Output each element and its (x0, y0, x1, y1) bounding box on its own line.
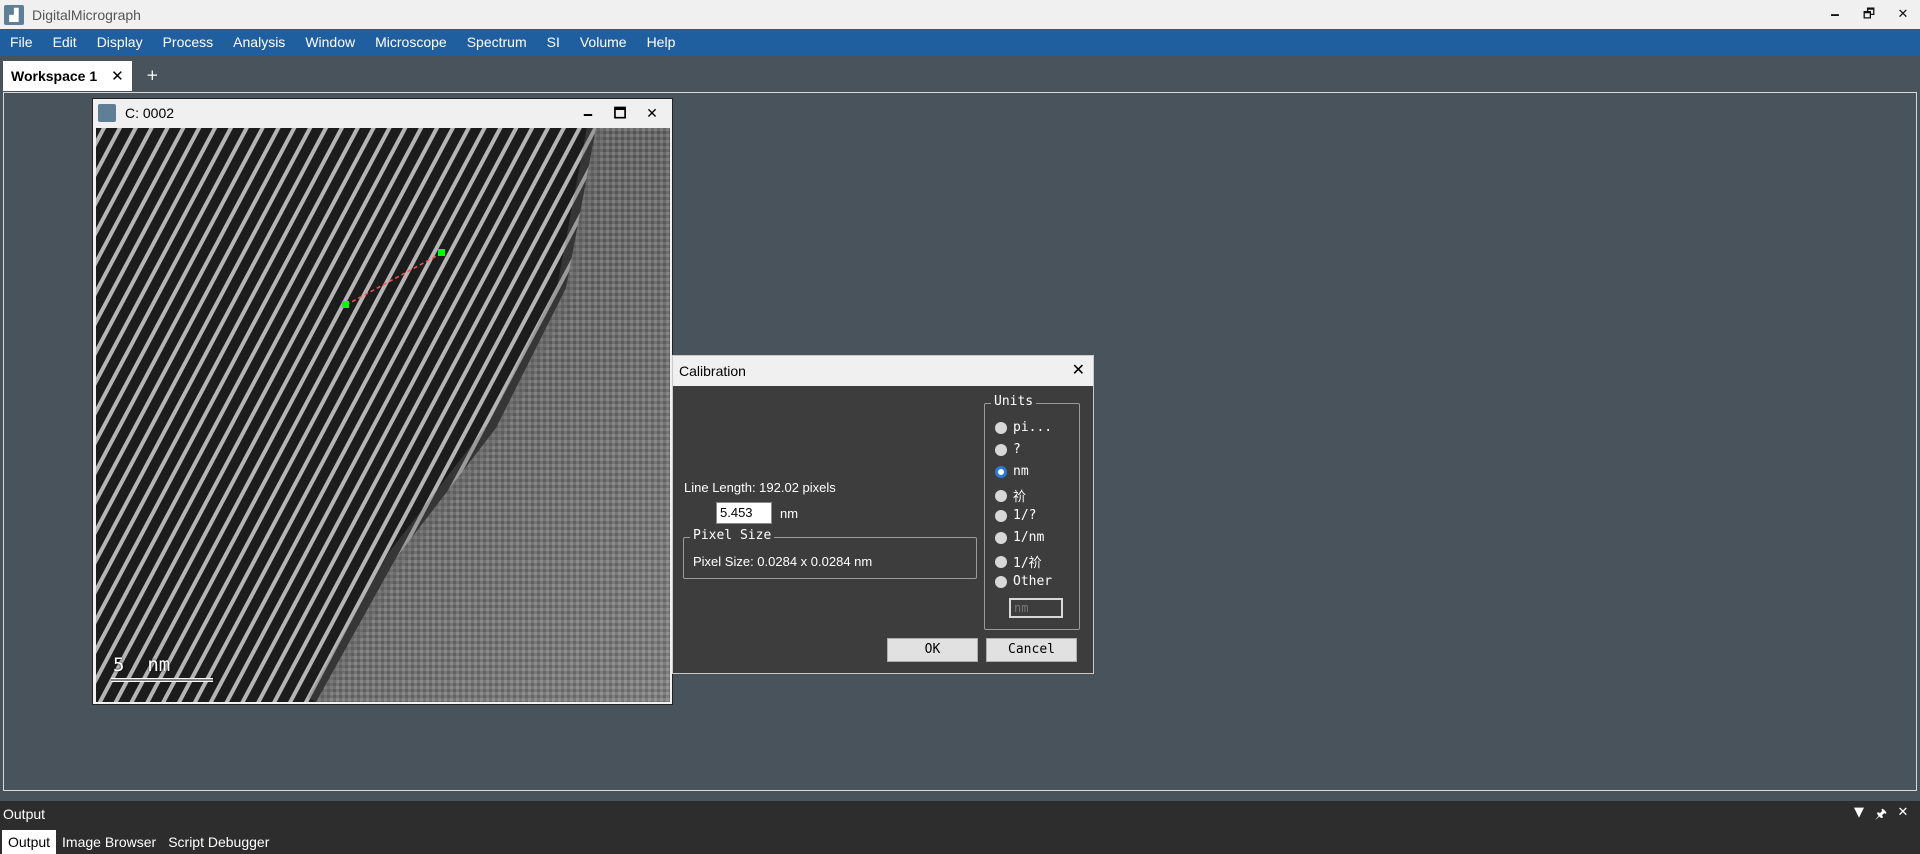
dialog-title: Calibration (679, 363, 746, 379)
radio-icon[interactable] (995, 555, 1007, 568)
menu-bar: File Edit Display Process Analysis Windo… (0, 29, 1920, 56)
unit-option-micron[interactable]: 祄 (995, 486, 1026, 505)
image-minimize-icon[interactable]: 🗕 (572, 102, 604, 124)
menu-analysis[interactable]: Analysis (223, 29, 295, 56)
app-icon: ▟ (4, 4, 24, 25)
output-panel-title: Output (3, 806, 46, 822)
menu-microscope[interactable]: Microscope (365, 29, 457, 56)
tab-workspace-1[interactable]: Workspace 1 ✕ (3, 61, 132, 91)
unit-option-nm[interactable]: nm (995, 464, 1029, 479)
radio-icon[interactable] (995, 421, 1007, 434)
close-icon[interactable]: ✕ (1886, 0, 1920, 29)
length-input[interactable]: 5.453 (716, 502, 772, 524)
menu-volume[interactable]: Volume (570, 29, 637, 56)
radio-icon[interactable] (995, 575, 1007, 588)
ok-button[interactable]: OK (887, 638, 978, 662)
output-panel-header: Output ▼ 🖈 ✕ (0, 801, 1920, 827)
line-length-label: Line Length: 192.02 pixels (684, 480, 836, 495)
dialog-close-icon[interactable]: ✕ (1072, 360, 1085, 380)
tab-output[interactable]: Output (2, 830, 57, 854)
new-tab-icon[interactable]: + (146, 66, 159, 84)
other-unit-input[interactable]: nm (1009, 598, 1063, 618)
scale-bar-label: 5 nm (113, 654, 171, 676)
window-controls: 🗕 🗗 ✕ (1818, 0, 1920, 29)
pin-icon[interactable]: 🖈 (1870, 805, 1892, 827)
menu-file[interactable]: File (0, 29, 43, 56)
radio-icon[interactable] (995, 443, 1007, 456)
image-close-icon[interactable]: ✕ (636, 102, 668, 124)
menu-si[interactable]: SI (537, 29, 570, 56)
roi-start-handle[interactable] (342, 301, 349, 308)
length-unit-label: nm (780, 506, 799, 521)
radio-icon[interactable] (995, 531, 1007, 544)
image-window-title: C: 0002 (125, 105, 175, 121)
workspace-tabstrip: Workspace 1 ✕ + (0, 56, 1920, 93)
image-icon (98, 104, 116, 122)
menu-display[interactable]: Display (87, 29, 153, 56)
image-maximize-icon[interactable]: 🗖 (604, 102, 636, 124)
menu-window[interactable]: Window (295, 29, 365, 56)
units-group: Units pi... ? nm 祄 1/? 1/nm 1/祄 Other nm (984, 394, 1080, 630)
roi-overlay (111, 249, 445, 682)
cancel-button[interactable]: Cancel (986, 638, 1077, 662)
units-legend: Units (991, 394, 1037, 409)
calibration-titlebar[interactable]: Calibration ✕ (673, 356, 1093, 386)
tab-close-icon[interactable]: ✕ (111, 67, 124, 85)
unit-option-pixels[interactable]: pi... (995, 420, 1052, 435)
image-window-titlebar[interactable]: C: 0002 🗕 🗖 ✕ (93, 99, 672, 127)
menu-help[interactable]: Help (637, 29, 686, 56)
pixel-size-group: Pixel Size Pixel Size: 0.0284 x 0.0284 n… (683, 528, 977, 579)
menu-edit[interactable]: Edit (43, 29, 87, 56)
menu-process[interactable]: Process (153, 29, 224, 56)
panel-close-icon[interactable]: ✕ (1892, 805, 1914, 827)
restore-icon[interactable]: 🗗 (1852, 0, 1886, 29)
micrograph-canvas[interactable]: 5 nm (96, 128, 670, 702)
dropdown-icon[interactable]: ▼ (1848, 805, 1870, 827)
tab-label: Workspace 1 (11, 68, 98, 84)
menu-spectrum[interactable]: Spectrum (457, 29, 537, 56)
unit-option-inv-micron[interactable]: 1/祄 (995, 552, 1042, 571)
image-window[interactable]: C: 0002 🗕 🗖 ✕ 5 nm (92, 98, 673, 705)
roi-end-handle[interactable] (438, 249, 445, 256)
tab-image-browser[interactable]: Image Browser (56, 830, 162, 854)
tab-script-debugger[interactable]: Script Debugger (162, 830, 275, 854)
app-titlebar: ▟ DigitalMicrograph 🗕 🗗 ✕ (0, 0, 1920, 29)
unit-option-inv-angstrom[interactable]: 1/? (995, 508, 1036, 523)
pixel-size-text: Pixel Size: 0.0284 x 0.0284 nm (693, 554, 873, 569)
unit-option-other[interactable]: Other (995, 574, 1052, 589)
unit-option-inv-nm[interactable]: 1/nm (995, 530, 1044, 545)
unit-option-angstrom[interactable]: ? (995, 442, 1021, 457)
radio-selected-icon[interactable] (995, 465, 1007, 478)
pixel-size-legend: Pixel Size (690, 528, 775, 543)
radio-icon[interactable] (995, 509, 1007, 522)
minimize-icon[interactable]: 🗕 (1818, 0, 1852, 29)
calibration-dialog[interactable]: Calibration ✕ Line Length: 192.02 pixels… (672, 355, 1094, 674)
output-tabstrip: Output Image Browser Script Debugger (0, 827, 1920, 854)
radio-icon[interactable] (995, 489, 1007, 502)
line-roi[interactable] (345, 252, 443, 306)
app-title: DigitalMicrograph (32, 6, 141, 23)
